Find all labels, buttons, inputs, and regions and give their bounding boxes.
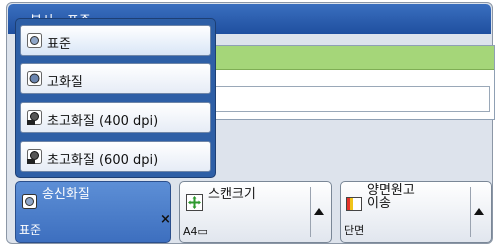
image-quality-400dpi-icon: [27, 110, 42, 125]
button-value: 표준: [19, 223, 42, 237]
image-quality-dropdown: 표준 고화질 초고화질 (400 dpi) 초고화질 (600 dpi): [15, 18, 216, 178]
option-label: 표준: [47, 37, 71, 52]
option-label: 초고화질 (400 dpi): [47, 114, 159, 129]
button-value: 단면: [344, 224, 365, 237]
button-value: A4▭: [183, 225, 208, 238]
content-header-bar: [178, 46, 494, 70]
option-label: 고화질: [47, 75, 83, 90]
option-label: 초고화질 (600 dpi): [47, 153, 159, 168]
duplex-icon: [346, 197, 362, 211]
image-quality-high-icon: [27, 71, 42, 86]
option-ultra-400dpi[interactable]: 초고화질 (400 dpi): [20, 102, 211, 133]
button-label-line2: 이송: [367, 196, 391, 211]
image-quality-standard-icon: [22, 194, 37, 209]
option-high-quality[interactable]: 고화질: [20, 63, 211, 94]
close-icon[interactable]: ×: [160, 212, 171, 227]
scroll-control[interactable]: [310, 187, 326, 237]
content-field[interactable]: [182, 86, 490, 112]
option-ultra-600dpi[interactable]: 초고화질 (600 dpi): [20, 141, 211, 172]
duplex-button[interactable]: 양면원고 이송 단면: [340, 181, 492, 243]
arrow-up-icon: [314, 208, 324, 215]
image-quality-600dpi-icon: [27, 149, 42, 164]
button-label: 스캔크기: [208, 187, 256, 202]
arrow-up-icon: [474, 208, 484, 215]
button-label: 송신화질: [42, 187, 90, 202]
image-quality-standard-icon: [27, 33, 42, 48]
image-quality-button[interactable]: 송신화질 × 표준: [15, 181, 171, 243]
scan-size-button[interactable]: 스캔크기 A4▭: [179, 181, 332, 243]
scan-size-icon: [186, 194, 203, 211]
option-standard[interactable]: 표준: [20, 25, 211, 56]
scroll-control[interactable]: [470, 187, 486, 237]
screen: 복사 - 표준 표준 고화질: [0, 0, 497, 246]
content-box: [177, 45, 495, 120]
